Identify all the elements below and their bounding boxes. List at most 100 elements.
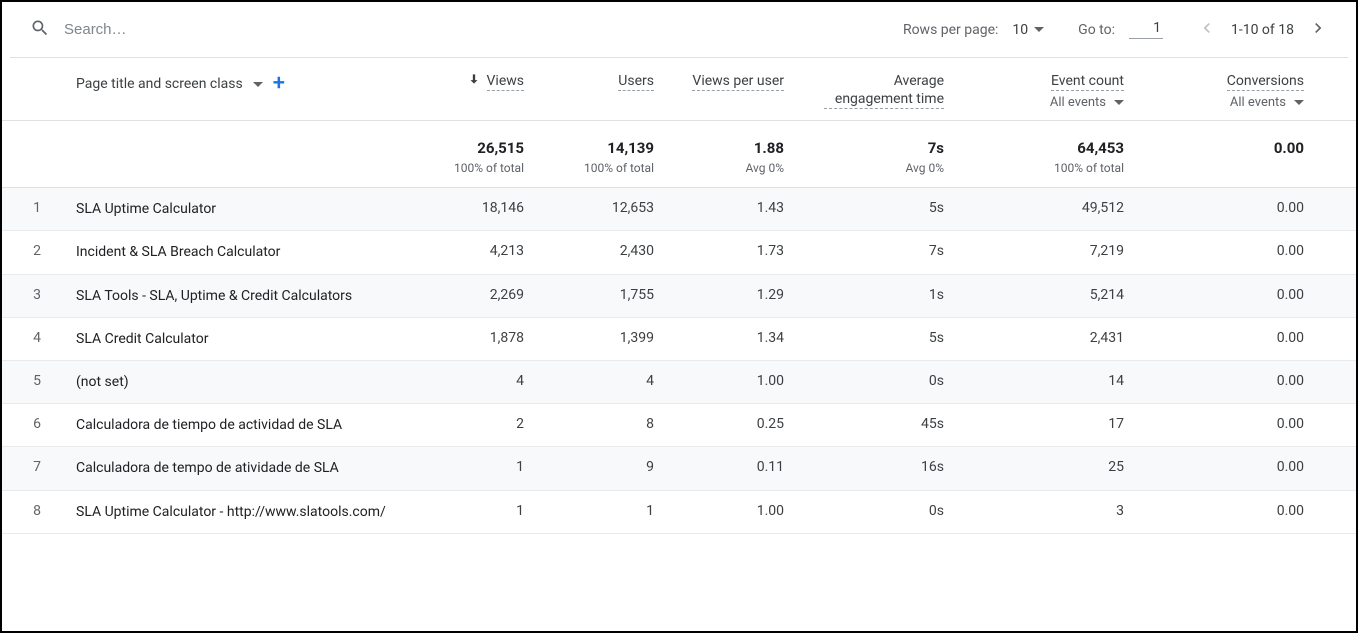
totals-events: 64,453 100% of total [956, 139, 1136, 175]
row-aet: 16s [796, 459, 956, 475]
row-dimension: Incident & SLA Breach Calculator [76, 243, 406, 261]
row-convs: 0.00 [1136, 243, 1316, 259]
totals-views: 26,515 100% of total [406, 139, 536, 175]
row-index: 7 [10, 459, 76, 475]
col-header-event-count[interactable]: Event count All events [956, 72, 1136, 110]
prev-page-button[interactable] [1197, 18, 1217, 42]
row-views: 4 [406, 373, 536, 389]
row-vpu: 1.34 [666, 330, 796, 346]
col-label: Views per user [692, 72, 784, 91]
row-vpu: 0.11 [666, 459, 796, 475]
row-users: 1,755 [536, 287, 666, 303]
table-row[interactable]: 5 (not set) 4 4 1.00 0s 14 0.00 [2, 361, 1356, 404]
next-page-button[interactable] [1308, 18, 1328, 42]
totals-aet: 7s Avg 0% [796, 139, 956, 175]
table-row[interactable]: 3 SLA Tools - SLA, Uptime & Credit Calcu… [2, 275, 1356, 318]
event-filter-value: All events [1050, 95, 1106, 110]
row-aet: 5s [796, 330, 956, 346]
row-vpu: 1.29 [666, 287, 796, 303]
row-events: 25 [956, 459, 1136, 475]
chevron-down-icon [1114, 100, 1124, 105]
col-label: Views [487, 72, 525, 91]
row-index: 3 [10, 287, 76, 303]
page-range-label: 1-10 of 18 [1231, 22, 1294, 38]
rows-per-page-value: 10 [1012, 22, 1028, 38]
row-views: 1 [406, 503, 536, 519]
conversion-filter-select[interactable]: All events [1230, 95, 1304, 110]
row-users: 9 [536, 459, 666, 475]
totals-users: 14,139 100% of total [536, 139, 666, 175]
col-header-views-per-user[interactable]: Views per user [666, 72, 796, 91]
row-aet: 45s [796, 416, 956, 432]
col-header-views[interactable]: Views [406, 72, 536, 91]
goto-label: Go to: [1078, 22, 1115, 38]
row-users: 4 [536, 373, 666, 389]
table-header: Page title and screen class + Views User… [2, 58, 1356, 121]
row-users: 1,399 [536, 330, 666, 346]
data-table: Page title and screen class + Views User… [2, 58, 1356, 534]
chevron-down-icon [253, 82, 263, 87]
rows-per-page-select[interactable]: 10 [1012, 22, 1044, 38]
row-index: 1 [10, 200, 76, 216]
totals-convs: 0.00 [1136, 139, 1316, 161]
col-label: Event count [1051, 72, 1124, 91]
event-filter-select[interactable]: All events [1050, 95, 1124, 110]
col-label: Users [618, 72, 654, 91]
search-input[interactable] [64, 21, 424, 38]
table-row[interactable]: 7 Calculadora de tempo de atividade de S… [2, 447, 1356, 490]
row-views: 1,878 [406, 330, 536, 346]
row-convs: 0.00 [1136, 287, 1316, 303]
row-dimension: (not set) [76, 373, 406, 391]
row-index: 8 [10, 503, 76, 519]
row-dimension: Calculadora de tempo de atividade de SLA [76, 459, 406, 477]
chevron-down-icon [1294, 100, 1304, 105]
chevron-down-icon [1034, 27, 1044, 32]
row-vpu: 1.73 [666, 243, 796, 259]
row-dimension: SLA Tools - SLA, Uptime & Credit Calcula… [76, 287, 406, 305]
row-dimension: SLA Uptime Calculator [76, 200, 406, 218]
goto-input[interactable]: 1 [1129, 20, 1163, 39]
col-header-users[interactable]: Users [536, 72, 666, 91]
table-row[interactable]: 4 SLA Credit Calculator 1,878 1,399 1.34… [2, 318, 1356, 361]
row-aet: 0s [796, 503, 956, 519]
row-events: 49,512 [956, 200, 1136, 216]
row-events: 14 [956, 373, 1136, 389]
row-users: 12,653 [536, 200, 666, 216]
dimension-label: Page title and screen class [76, 76, 243, 92]
row-vpu: 1.43 [666, 200, 796, 216]
sort-desc-icon [467, 72, 481, 90]
col-header-conversions[interactable]: Conversions All events [1136, 72, 1316, 110]
row-aet: 0s [796, 373, 956, 389]
row-vpu: 1.00 [666, 503, 796, 519]
row-users: 8 [536, 416, 666, 432]
row-events: 5,214 [956, 287, 1136, 303]
row-events: 7,219 [956, 243, 1136, 259]
row-views: 4,213 [406, 243, 536, 259]
row-convs: 0.00 [1136, 459, 1316, 475]
row-aet: 1s [796, 287, 956, 303]
table-row[interactable]: 6 Calculadora de tiempo de actividad de … [2, 404, 1356, 447]
row-index: 5 [10, 373, 76, 389]
row-views: 1 [406, 459, 536, 475]
table-row[interactable]: 1 SLA Uptime Calculator 18,146 12,653 1.… [2, 188, 1356, 231]
search-icon [30, 18, 50, 42]
conversion-filter-value: All events [1230, 95, 1286, 110]
row-vpu: 0.25 [666, 416, 796, 432]
chevron-right-icon [1308, 18, 1328, 38]
row-convs: 0.00 [1136, 416, 1316, 432]
row-index: 6 [10, 416, 76, 432]
dimension-selector[interactable]: Page title and screen class + [76, 72, 406, 92]
table-row[interactable]: 8 SLA Uptime Calculator - http://www.sla… [2, 491, 1356, 534]
row-convs: 0.00 [1136, 200, 1316, 216]
row-views: 2,269 [406, 287, 536, 303]
row-views: 2 [406, 416, 536, 432]
rows-per-page-label: Rows per page: [903, 22, 998, 38]
toolbar: Rows per page: 10 Go to: 1 1-10 of 18 [10, 2, 1348, 58]
table-row[interactable]: 2 Incident & SLA Breach Calculator 4,213… [2, 231, 1356, 274]
col-header-avg-engagement[interactable]: Average engagement time [796, 72, 956, 109]
row-users: 1 [536, 503, 666, 519]
report-panel: Rows per page: 10 Go to: 1 1-10 of 18 Pa… [0, 0, 1358, 633]
row-aet: 7s [796, 243, 956, 259]
row-dimension: SLA Credit Calculator [76, 330, 406, 348]
row-events: 3 [956, 503, 1136, 519]
